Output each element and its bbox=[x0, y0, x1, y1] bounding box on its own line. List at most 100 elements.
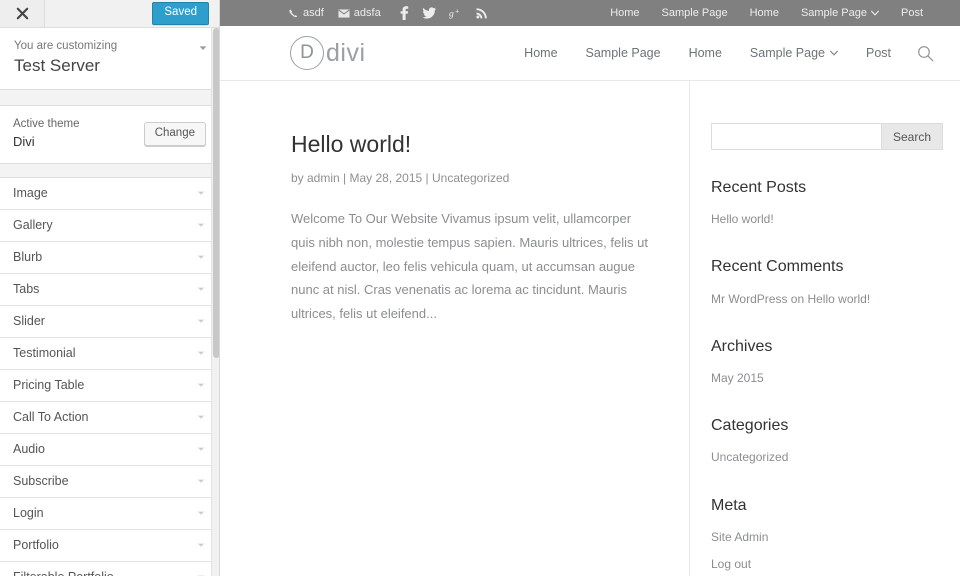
widget-title: Meta bbox=[711, 496, 943, 515]
widget-list-item: Uncategorized bbox=[711, 446, 943, 468]
chevron-down-icon bbox=[196, 540, 206, 550]
rss-icon[interactable] bbox=[476, 7, 488, 19]
nav-link-sample-page[interactable]: Sample Page bbox=[790, 7, 890, 19]
widget-link[interactable]: Site Admin bbox=[711, 530, 768, 544]
secondary-navbar: asdf adsfa bbox=[220, 0, 960, 26]
customizer-section-image[interactable]: Image bbox=[0, 178, 219, 210]
twitter-icon[interactable] bbox=[422, 7, 436, 19]
customizer-section-call-to-action[interactable]: Call To Action bbox=[0, 402, 219, 434]
widget-sidebar: Search Recent PostsHello world! Recent Co… bbox=[690, 81, 960, 576]
widget-area: Recent PostsHello world! Recent Comments M… bbox=[711, 178, 943, 576]
customizer-section-label: Image bbox=[13, 187, 196, 200]
divi-logo-icon: D bbox=[290, 36, 324, 70]
sidebar-search-form: Search bbox=[711, 123, 943, 150]
customizer-section-list: Image Gallery Blurb Tabs SliderTestimonial Pr… bbox=[0, 178, 219, 576]
panel-divider-bottom bbox=[0, 164, 219, 178]
email-text: adsfa bbox=[354, 7, 381, 19]
phone-text: asdf bbox=[303, 7, 324, 19]
widget-categories: CategoriesUncategorized bbox=[711, 416, 943, 468]
customizer-scrollbar-thumb[interactable] bbox=[213, 28, 220, 358]
nav-link-sample-page[interactable]: Sample Page bbox=[651, 7, 739, 19]
customizer-section-label: Pricing Table bbox=[13, 379, 196, 392]
customizer-section-label: Portfolio bbox=[13, 539, 196, 552]
customizer-section-subscribe[interactable]: Subscribe bbox=[0, 466, 219, 498]
customizer-section-label: Login bbox=[13, 507, 196, 520]
widget-link[interactable]: Hello world! bbox=[711, 212, 774, 226]
widget-link[interactable]: Mr WordPress on Hello world! bbox=[711, 292, 870, 306]
chevron-down-icon bbox=[871, 10, 879, 16]
customizer-section-portfolio[interactable]: Portfolio bbox=[0, 530, 219, 562]
email-info[interactable]: adsfa bbox=[338, 7, 381, 19]
widget-archives: Archives May 2015 bbox=[711, 337, 943, 389]
chevron-down-icon bbox=[196, 572, 206, 576]
mail-icon bbox=[338, 9, 350, 18]
post-column: Hello world! by admin | May 28, 2015 | U… bbox=[220, 81, 690, 576]
social-icon-group: g + bbox=[399, 6, 488, 20]
customizer-section-login[interactable]: Login bbox=[0, 498, 219, 530]
nav-link-post[interactable]: Post bbox=[852, 46, 905, 60]
customizer-section-filterable-portfolio[interactable]: Filterable Portfolio bbox=[0, 562, 219, 576]
active-theme-info: Active theme Divi bbox=[13, 117, 144, 151]
customizer-section-tabs[interactable]: Tabs bbox=[0, 274, 219, 306]
widget-list-item: Site Admin bbox=[711, 526, 943, 548]
save-button[interactable]: Saved bbox=[152, 2, 209, 25]
toolbar-spacer bbox=[45, 0, 152, 27]
chevron-down-icon bbox=[196, 412, 206, 422]
widget-link[interactable]: Log out bbox=[711, 557, 751, 571]
site-name: Test Server bbox=[14, 55, 205, 76]
customizer-section-blurb[interactable]: Blurb bbox=[0, 242, 219, 274]
search-submit-button[interactable]: Search bbox=[881, 123, 943, 150]
site-logo[interactable]: D divi bbox=[290, 36, 366, 70]
nav-link-home[interactable]: Home bbox=[510, 46, 571, 60]
panel-divider-top bbox=[0, 90, 219, 106]
nav-link-label: Home bbox=[689, 46, 722, 60]
customizer-section-gallery[interactable]: Gallery bbox=[0, 210, 219, 242]
facebook-icon[interactable] bbox=[399, 6, 409, 20]
widget-link[interactable]: Uncategorized bbox=[711, 450, 788, 464]
customizer-section-label: Tabs bbox=[13, 283, 196, 296]
close-icon[interactable] bbox=[0, 0, 45, 27]
nav-link-post[interactable]: Post bbox=[890, 7, 934, 19]
customizer-section-label: Filterable Portfolio bbox=[13, 571, 196, 576]
nav-link-home[interactable]: Home bbox=[599, 7, 650, 19]
search-icon[interactable] bbox=[917, 45, 934, 62]
post-excerpt: Welcome To Our Website Vivamus ipsum vel… bbox=[291, 207, 649, 325]
customizer-section-slider[interactable]: Slider bbox=[0, 306, 219, 338]
widget-item-list: Site AdminLog outEntries RSSComments RSS… bbox=[711, 526, 943, 576]
customizer-section-label: Call To Action bbox=[13, 411, 196, 424]
widget-title: Archives bbox=[711, 337, 943, 356]
nav-link-home[interactable]: Home bbox=[675, 46, 736, 60]
contact-info-group: asdf adsfa bbox=[288, 6, 488, 20]
phone-icon bbox=[288, 8, 299, 19]
nav-link-label: Home bbox=[610, 7, 639, 19]
change-theme-button[interactable]: Change bbox=[144, 122, 206, 147]
customizer-section-label: Gallery bbox=[13, 219, 196, 232]
widget-link[interactable]: May 2015 bbox=[711, 371, 764, 385]
nav-link-label: Sample Page bbox=[801, 7, 867, 19]
nav-link-sample-page[interactable]: Sample Page bbox=[572, 46, 675, 60]
customizer-panel: Saved You are customizing Test Server Ac… bbox=[0, 0, 220, 576]
googleplus-icon[interactable]: g + bbox=[449, 7, 463, 19]
widget-title: Recent Comments bbox=[711, 257, 943, 276]
search-input[interactable] bbox=[711, 123, 881, 150]
phone-info[interactable]: asdf bbox=[288, 7, 324, 19]
site-body: Hello world! by admin | May 28, 2015 | U… bbox=[220, 81, 960, 576]
customizer-scrollbar[interactable] bbox=[211, 28, 219, 576]
customizer-toolbar: Saved bbox=[0, 0, 219, 28]
customizer-section-audio[interactable]: Audio bbox=[0, 434, 219, 466]
post-title[interactable]: Hello world! bbox=[291, 131, 649, 159]
nav-link-label: Home bbox=[524, 46, 557, 60]
chevron-down-icon bbox=[196, 252, 206, 262]
widget-recent-posts: Recent PostsHello world! bbox=[711, 178, 943, 230]
widget-item-list: May 2015 bbox=[711, 367, 943, 389]
customizer-section-pricing-table[interactable]: Pricing Table bbox=[0, 370, 219, 402]
svg-text:g: g bbox=[449, 9, 454, 20]
active-theme-name: Divi bbox=[13, 133, 144, 151]
post-meta: by admin | May 28, 2015 | Uncategorized bbox=[291, 170, 649, 187]
chevron-down-icon bbox=[196, 220, 206, 230]
nav-link-sample-page[interactable]: Sample Page bbox=[736, 46, 852, 60]
nav-link-home[interactable]: Home bbox=[739, 7, 790, 19]
chevron-down-icon[interactable] bbox=[197, 41, 209, 53]
chevron-down-icon bbox=[830, 50, 838, 56]
customizer-section-testimonial[interactable]: Testimonial bbox=[0, 338, 219, 370]
